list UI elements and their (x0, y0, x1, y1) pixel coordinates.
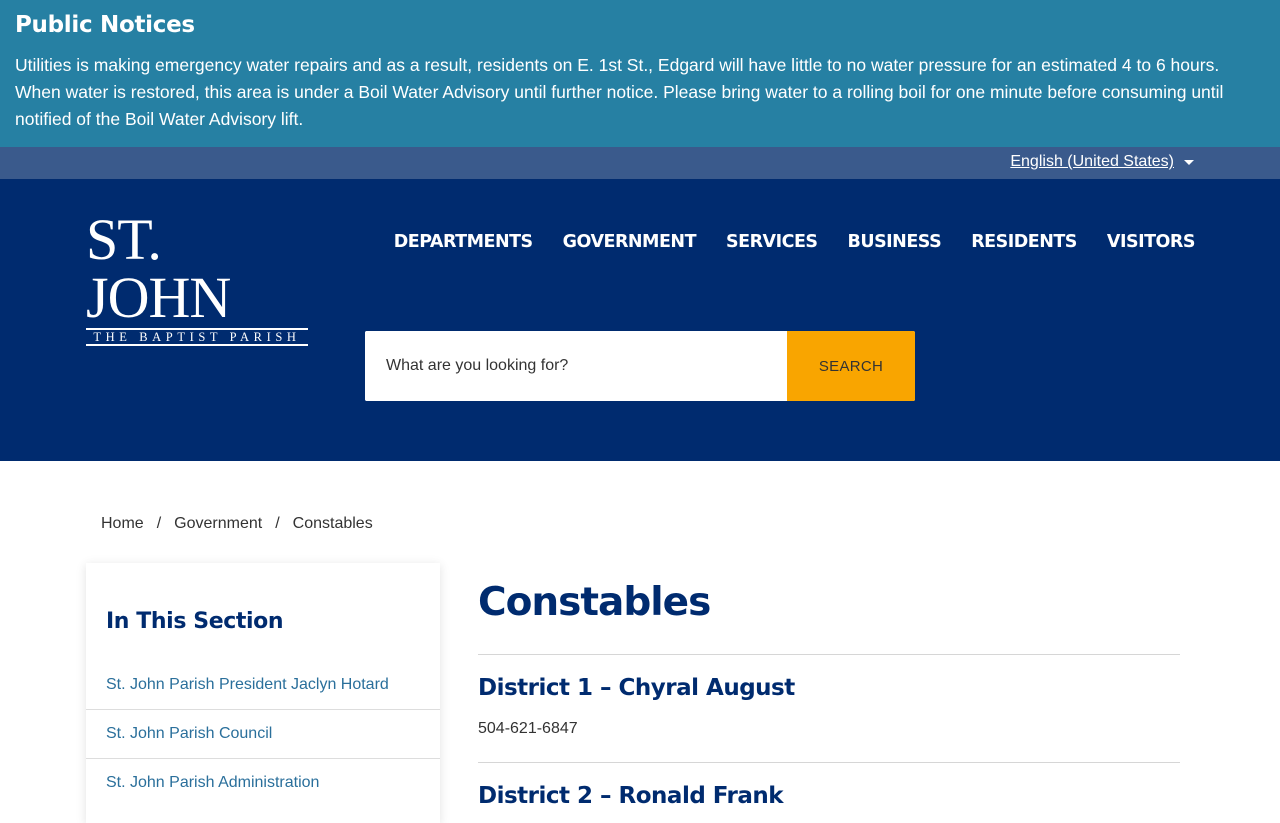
breadcrumb-government[interactable]: Government (174, 515, 262, 533)
search-input[interactable] (365, 331, 787, 401)
nav-government[interactable]: GOVERNMENT (563, 232, 697, 252)
logo-rule-bottom (86, 344, 308, 346)
nav-visitors[interactable]: VISITORS (1107, 232, 1196, 252)
sidebar-list: St. John Parish President Jaclyn Hotard … (86, 661, 440, 808)
district-1-name: District 1 – Chyral August (478, 675, 795, 701)
sidebar-item-parish-administration[interactable]: St. John Parish Administration (86, 759, 440, 808)
breadcrumb-separator: / (275, 515, 280, 532)
title-divider (478, 654, 1180, 655)
search-bar: SEARCH (365, 331, 915, 401)
breadcrumb-home[interactable]: Home (101, 515, 144, 533)
district-2-name: District 2 – Ronald Frank (478, 783, 784, 809)
section-sidebar: In This Section St. John Parish Presiden… (86, 563, 440, 823)
sidebar-item-parish-council[interactable]: St. John Parish Council (86, 710, 440, 759)
breadcrumb-separator: / (156, 515, 162, 532)
language-bar: English (United States) (0, 147, 1280, 179)
breadcrumb-current: Constables (292, 515, 373, 532)
notice-title: Public Notices (15, 12, 195, 38)
public-notice-banner: Public Notices Utilities is making emerg… (0, 0, 1280, 147)
nav-departments[interactable]: DEPARTMENTS (394, 232, 533, 252)
sidebar-title: In This Section (106, 609, 284, 634)
language-label: English (United States) (1010, 153, 1174, 170)
nav-services[interactable]: SERVICES (726, 232, 818, 252)
logo-subtitle: THE BAPTIST PARISH (93, 330, 301, 344)
notice-text: Utilities is making emergency water repa… (15, 55, 1224, 129)
site-header: ST. JOHN THE BAPTIST PARISH DEPARTMENTS … (0, 179, 1280, 461)
logo-wordmark: ST. JOHN (86, 207, 231, 330)
sidebar-item-parish-president[interactable]: St. John Parish President Jaclyn Hotard (86, 661, 440, 710)
breadcrumb: Home / Government / Constables (101, 515, 373, 533)
nav-business[interactable]: BUSINESS (848, 232, 942, 252)
page-title: Constables (478, 580, 711, 625)
nav-residents[interactable]: RESIDENTS (971, 232, 1077, 252)
language-selector[interactable]: English (United States) (1010, 153, 1194, 171)
parish-logo[interactable]: ST. JOHN THE BAPTIST PARISH (86, 211, 308, 346)
main-nav: DEPARTMENTS GOVERNMENT SERVICES BUSINESS… (394, 232, 1196, 252)
district-divider (478, 762, 1180, 763)
district-1-phone: 504-621-6847 (478, 720, 578, 737)
search-button[interactable]: SEARCH (787, 331, 915, 401)
caret-down-icon (1184, 159, 1194, 165)
